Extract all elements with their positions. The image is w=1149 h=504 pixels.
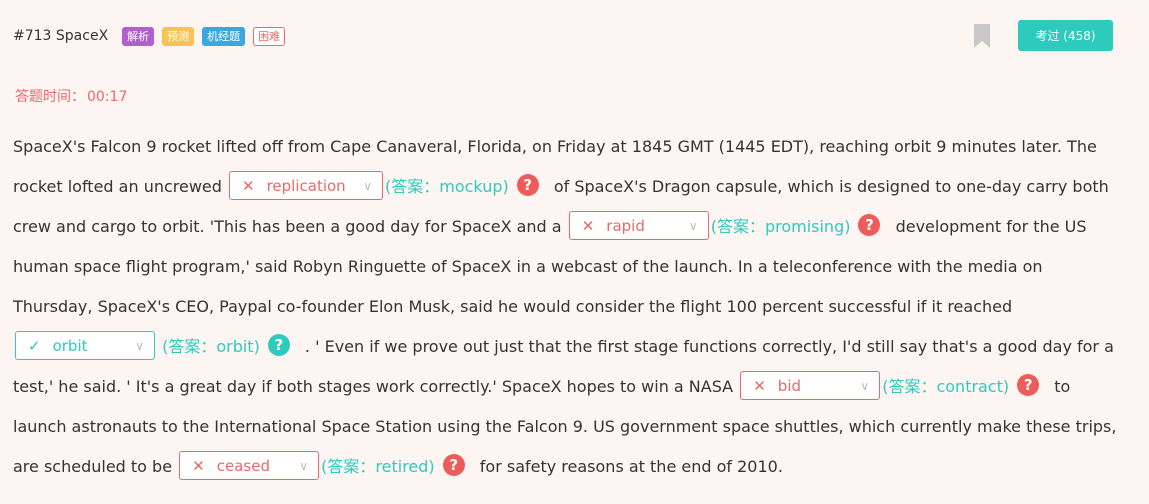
blank-5-dropdown[interactable]: ✕ ceased ∨: [179, 451, 320, 480]
answer-hint: (答案：orbit): [162, 337, 260, 356]
passage-segment: for safety reasons at the end of 2010.: [479, 457, 783, 476]
help-icon[interactable]: ?: [1017, 373, 1040, 396]
timer-label: 答题时间：: [15, 89, 85, 105]
chevron-down-icon: ∨: [135, 338, 144, 353]
blank-selected-value: rapid: [606, 216, 645, 235]
wrong-icon: ✕: [753, 376, 766, 395]
chevron-down-icon: ∨: [363, 178, 373, 193]
answer-hint: (答案：contract): [882, 377, 1010, 396]
blank-4-dropdown[interactable]: ✕ bid ∨: [740, 371, 881, 400]
answer-timer: 答题时间： 00:17: [13, 86, 127, 106]
blank-selected-value: ceased: [216, 456, 270, 475]
bookmark-icon[interactable]: [974, 24, 990, 48]
tag-difficulty: 困难: [253, 26, 286, 46]
wrong-icon: ✕: [192, 456, 205, 475]
chevron-down-icon: ∨: [688, 218, 698, 233]
passage-text: SpaceX's Falcon 9 rocket lifted off from…: [13, 127, 1118, 487]
wrong-icon: ✕: [581, 216, 595, 235]
chevron-down-icon: ∨: [299, 458, 309, 473]
check-icon: ✓: [28, 336, 41, 355]
question-id: #713 SpaceX: [13, 28, 109, 44]
help-icon[interactable]: ?: [858, 213, 881, 236]
tag-predict[interactable]: 预测: [162, 26, 195, 46]
tag-analysis[interactable]: 解析: [122, 26, 155, 46]
chevron-down-icon: ∨: [860, 378, 870, 393]
blank-selected-value: orbit: [52, 336, 88, 355]
blank-1-dropdown[interactable]: ✕ replication ∨: [229, 171, 384, 200]
blank-2-dropdown[interactable]: ✕ rapid ∨: [568, 211, 709, 240]
timer-value: 00:17: [87, 89, 128, 105]
done-count-button[interactable]: 考过 (458): [1018, 20, 1113, 51]
blank-selected-value: bid: [777, 376, 802, 395]
help-icon[interactable]: ?: [267, 333, 290, 356]
question-header: #713 SpaceX 解析 预测 机经题 困难: [13, 25, 293, 47]
wrong-icon: ✕: [242, 176, 255, 195]
help-icon[interactable]: ?: [516, 173, 539, 196]
tag-jijing[interactable]: 机经题: [202, 26, 246, 46]
answer-hint: (答案：retired): [321, 457, 435, 476]
help-icon[interactable]: ?: [442, 453, 465, 476]
blank-3-dropdown[interactable]: ✓ orbit ∨: [15, 331, 155, 360]
blank-selected-value: replication: [266, 176, 346, 195]
answer-hint: (答案：promising): [710, 217, 851, 236]
answer-hint: (答案：mockup): [385, 177, 509, 196]
